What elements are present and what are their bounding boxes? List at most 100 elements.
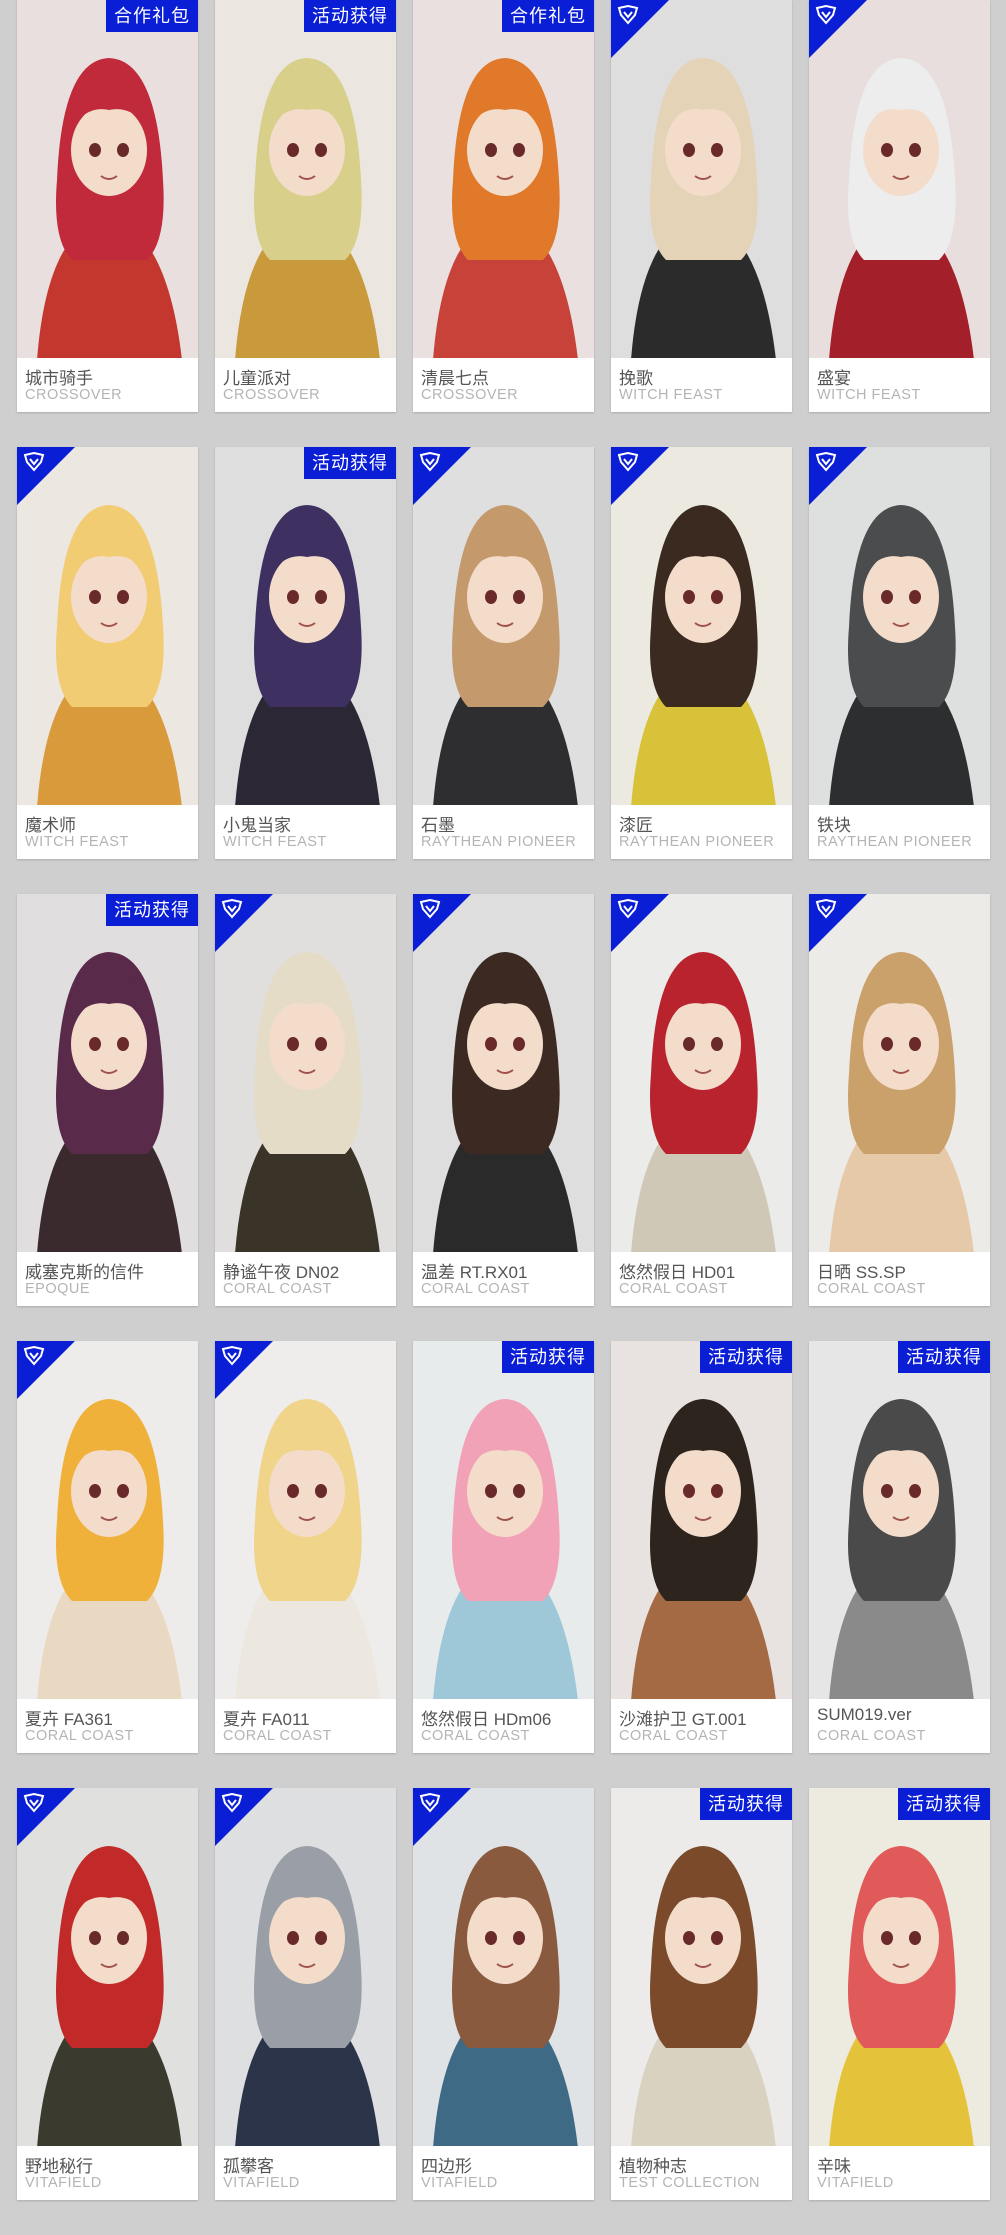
skin-artwork bbox=[809, 1341, 990, 1699]
skin-card[interactable]: 活动获得植物种志 TEST COLLECTION bbox=[611, 1788, 792, 2200]
acquisition-badge: 合作礼包 bbox=[106, 0, 198, 32]
skin-series: VITAFIELD bbox=[817, 2175, 894, 2191]
skin-name: 悠然假日 HD01 bbox=[619, 1263, 736, 1282]
skin-series: CORAL COAST bbox=[817, 1281, 926, 1297]
skin-name: 野地秘行 bbox=[25, 2157, 93, 2176]
skin-caption: 儿童派对 CROSSOVER bbox=[215, 358, 396, 412]
skin-name: SUM019.ver bbox=[817, 1705, 912, 1724]
skin-series: WITCH FEAST bbox=[619, 387, 723, 403]
skin-card[interactable]: 盛宴 WITCH FEAST bbox=[809, 0, 990, 412]
skin-name: 挽歌 bbox=[619, 369, 653, 388]
skin-caption: 城市骑手 CROSSOVER bbox=[17, 358, 198, 412]
skin-caption: 夏卉 FA361 CORAL COAST bbox=[17, 1699, 198, 1753]
skin-caption: 温差 RT.RX01 CORAL COAST bbox=[413, 1252, 594, 1306]
skin-grid: 合作礼包 城市骑手 CROSSOVER 活动获得 儿童派对 CROSSOVER 合作礼包 清晨… bbox=[0, 0, 1006, 2235]
skin-card[interactable]: 温差 RT.RX01 CORAL COAST bbox=[413, 894, 594, 1306]
skin-card[interactable]: 夏卉 FA361 CORAL COAST bbox=[17, 1341, 198, 1753]
skin-card[interactable]: 活动获得威塞克斯的信件 EPOQUE bbox=[17, 894, 198, 1306]
skin-card[interactable]: 日晒 SS.SP CORAL COAST bbox=[809, 894, 990, 1306]
skin-name: 盛宴 bbox=[817, 369, 851, 388]
skin-series: VITAFIELD bbox=[223, 2175, 300, 2191]
skin-name: 悠然假日 HDm06 bbox=[421, 1710, 552, 1729]
skin-name: 小鬼当家 bbox=[223, 816, 291, 835]
skin-caption: 孤攀客 VITAFIELD bbox=[215, 2146, 396, 2200]
skin-caption: 漆匠 RAYTHEAN PIONEER bbox=[611, 805, 792, 859]
skin-caption: 铁块 RAYTHEAN PIONEER bbox=[809, 805, 990, 859]
skin-card[interactable]: 活动获得辛味 VITAFIELD bbox=[809, 1788, 990, 2200]
skin-caption: 魔术师 WITCH FEAST bbox=[17, 805, 198, 859]
acquisition-badge: 活动获得 bbox=[898, 1788, 990, 1820]
skin-artwork bbox=[215, 447, 396, 805]
skin-caption: 辛味 VITAFIELD bbox=[809, 2146, 990, 2200]
skin-card[interactable]: 漆匠 RAYTHEAN PIONEER bbox=[611, 447, 792, 859]
skin-card[interactable]: 活动获得 小鬼当家 WITCH FEAST bbox=[215, 447, 396, 859]
skin-series: CROSSOVER bbox=[223, 387, 321, 403]
acquisition-badge: 活动获得 bbox=[304, 0, 396, 32]
skin-card[interactable]: 静谧午夜 DN02 CORAL COAST bbox=[215, 894, 396, 1306]
skin-series: WITCH FEAST bbox=[817, 387, 921, 403]
skin-card[interactable]: 石墨 RAYTHEAN PIONEER bbox=[413, 447, 594, 859]
skin-series: RAYTHEAN PIONEER bbox=[421, 834, 577, 850]
acquisition-badge: 活动获得 bbox=[700, 1788, 792, 1820]
skin-name: 石墨 bbox=[421, 816, 455, 835]
skin-caption: 夏卉 FA011 CORAL COAST bbox=[215, 1699, 396, 1753]
skin-series: WITCH FEAST bbox=[25, 834, 129, 850]
skin-card[interactable]: 活动获得 沙滩护卫 GT.001 CORAL COAST bbox=[611, 1341, 792, 1753]
skin-caption: 野地秘行 VITAFIELD bbox=[17, 2146, 198, 2200]
skin-name: 植物种志 bbox=[619, 2157, 687, 2176]
skin-artwork bbox=[413, 0, 594, 358]
skin-name: 漆匠 bbox=[619, 816, 653, 835]
skin-caption: 盛宴 WITCH FEAST bbox=[809, 358, 990, 412]
skin-card[interactable]: 魔术师 WITCH FEAST bbox=[17, 447, 198, 859]
skin-name: 威塞克斯的信件 bbox=[25, 1263, 144, 1282]
skin-caption: 挽歌 WITCH FEAST bbox=[611, 358, 792, 412]
skin-caption: 沙滩护卫 GT.001 CORAL COAST bbox=[611, 1699, 792, 1753]
skin-caption: 静谧午夜 DN02 CORAL COAST bbox=[215, 1252, 396, 1306]
skin-card[interactable]: 活动获得 悠然假日 HDm06 CORAL COAST bbox=[413, 1341, 594, 1753]
skin-series: CORAL COAST bbox=[421, 1281, 530, 1297]
skin-card[interactable]: 野地秘行 VITAFIELD bbox=[17, 1788, 198, 2200]
skin-series: CROSSOVER bbox=[421, 387, 519, 403]
acquisition-badge: 活动获得 bbox=[304, 447, 396, 479]
skin-caption: 植物种志 TEST COLLECTION bbox=[611, 2146, 792, 2200]
skin-series: CORAL COAST bbox=[25, 1728, 134, 1744]
skin-series: CORAL COAST bbox=[223, 1728, 332, 1744]
skin-name: 夏卉 FA361 bbox=[25, 1710, 113, 1729]
skin-series: VITAFIELD bbox=[25, 2175, 102, 2191]
skin-series: EPOQUE bbox=[25, 1281, 91, 1297]
skin-caption: 四边形 VITAFIELD bbox=[413, 2146, 594, 2200]
skin-name: 四边形 bbox=[421, 2157, 472, 2176]
skin-series: CORAL COAST bbox=[817, 1728, 926, 1744]
acquisition-badge: 合作礼包 bbox=[502, 0, 594, 32]
skin-series: RAYTHEAN PIONEER bbox=[619, 834, 775, 850]
skin-card[interactable]: 铁块 RAYTHEAN PIONEER bbox=[809, 447, 990, 859]
skin-card[interactable]: 挽歌 WITCH FEAST bbox=[611, 0, 792, 412]
skin-series: CORAL COAST bbox=[619, 1281, 728, 1297]
skin-name: 夏卉 FA011 bbox=[223, 1710, 310, 1729]
skin-series: CORAL COAST bbox=[619, 1728, 728, 1744]
skin-caption: 清晨七点 CROSSOVER bbox=[413, 358, 594, 412]
skin-card[interactable]: 合作礼包清晨七点 CROSSOVER bbox=[413, 0, 594, 412]
skin-caption: SUM019.ver CORAL COAST bbox=[809, 1699, 990, 1753]
skin-card[interactable]: 夏卉 FA011 CORAL COAST bbox=[215, 1341, 396, 1753]
skin-card[interactable]: 活动获得儿童派对 CROSSOVER bbox=[215, 0, 396, 412]
skin-series: VITAFIELD bbox=[421, 2175, 498, 2191]
skin-name: 魔术师 bbox=[25, 816, 76, 835]
skin-card[interactable]: 四边形 VITAFIELD bbox=[413, 1788, 594, 2200]
skin-card[interactable]: 孤攀客 VITAFIELD bbox=[215, 1788, 396, 2200]
skin-artwork bbox=[17, 0, 198, 358]
skin-card[interactable]: 悠然假日 HD01 CORAL COAST bbox=[611, 894, 792, 1306]
acquisition-badge: 活动获得 bbox=[502, 1341, 594, 1373]
skin-artwork bbox=[215, 0, 396, 358]
skin-name: 日晒 SS.SP bbox=[817, 1263, 906, 1282]
skin-card[interactable]: 活动获得 SUM019.ver CORAL COAST bbox=[809, 1341, 990, 1753]
skin-caption: 日晒 SS.SP CORAL COAST bbox=[809, 1252, 990, 1306]
skin-series: TEST COLLECTION bbox=[619, 2175, 760, 2191]
skin-caption: 石墨 RAYTHEAN PIONEER bbox=[413, 805, 594, 859]
acquisition-badge: 活动获得 bbox=[898, 1341, 990, 1373]
skin-caption: 威塞克斯的信件 EPOQUE bbox=[17, 1252, 198, 1306]
skin-name: 儿童派对 bbox=[223, 369, 291, 388]
skin-card[interactable]: 合作礼包城市骑手 CROSSOVER bbox=[17, 0, 198, 412]
acquisition-badge: 活动获得 bbox=[106, 894, 198, 926]
skin-name: 清晨七点 bbox=[421, 369, 489, 388]
